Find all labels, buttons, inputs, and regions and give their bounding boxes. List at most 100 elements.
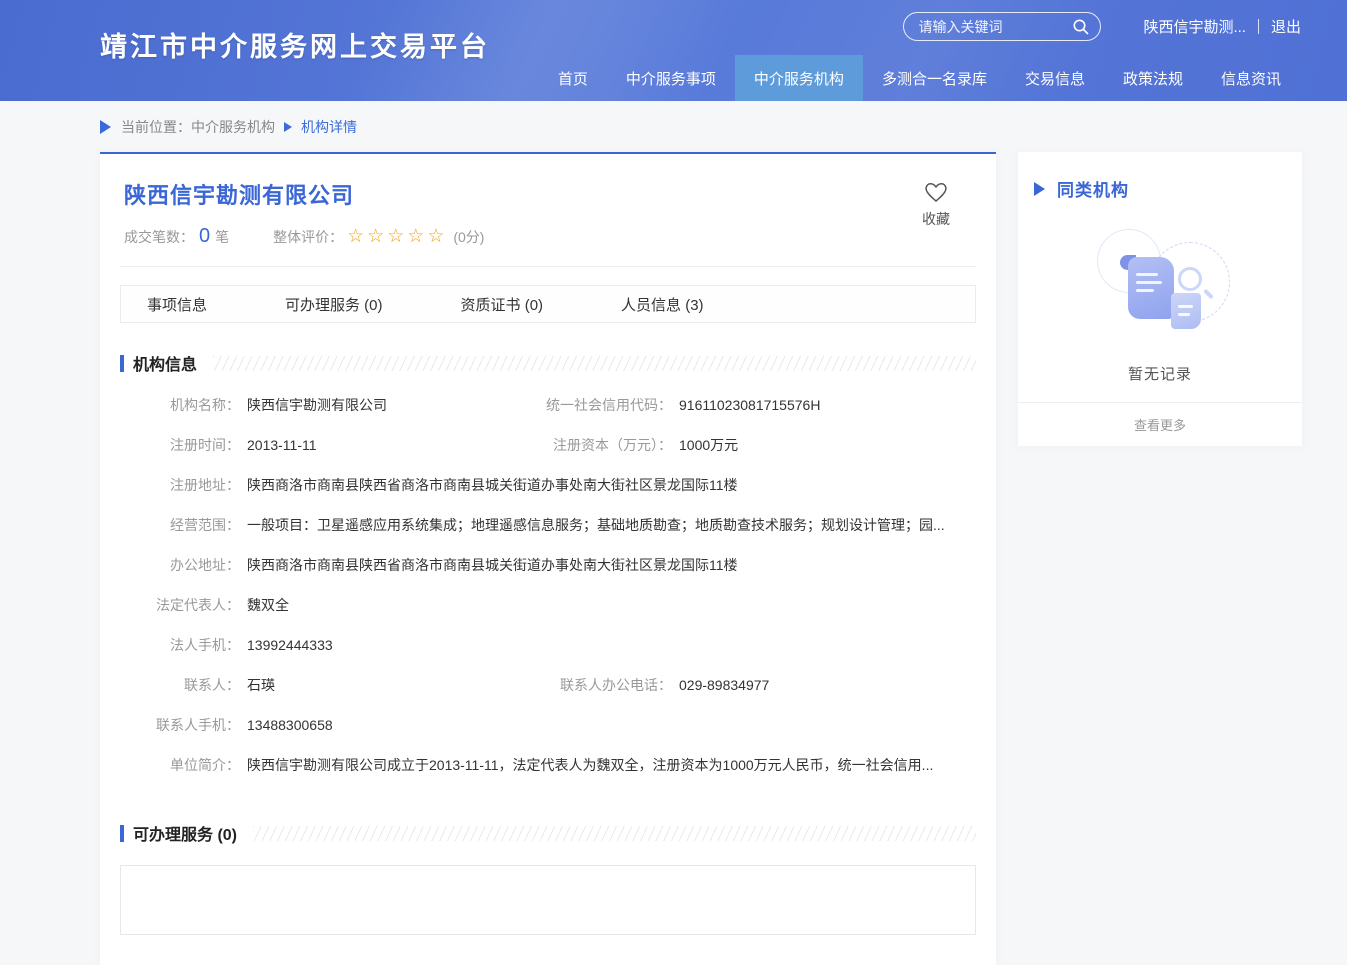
star-icon[interactable]: ☆ [407, 227, 424, 246]
field-label: 机构名称： [120, 395, 240, 415]
section-arrow-icon [1034, 182, 1045, 196]
breadcrumb-prefix: 当前位置： [121, 117, 191, 137]
star-icon[interactable]: ☆ [427, 227, 444, 246]
company-name: 陕西信宇勘测有限公司 [124, 178, 972, 210]
company-header: 陕西信宇勘测有限公司 成交笔数： 0 笔 整体评价： ☆ ☆ ☆ ☆ ☆ (0分… [120, 154, 976, 267]
nav-item-service-items[interactable]: 中介服务事项 [607, 55, 735, 101]
tab-personnel[interactable]: 人员信息 (3) [621, 294, 704, 315]
header-toolbar: 陕西信宇勘测... 退出 [903, 12, 1301, 41]
deals-unit: 笔 [215, 227, 229, 247]
tab-services[interactable]: 可办理服务 (0) [285, 294, 383, 315]
field-label: 注册地址： [120, 475, 240, 495]
section-accent-bar [120, 355, 124, 372]
favorite-label: 收藏 [922, 211, 950, 227]
related-orgs-header: 同类机构 [1018, 152, 1302, 201]
field-row: 注册地址： 陕西商洛市商南县陕西省商洛市商南县城关街道办事处南大街社区景龙国际1… [120, 465, 976, 505]
legal-rep-phone-value: 13992444333 [247, 637, 333, 653]
org-detail-card: 陕西信宇勘测有限公司 成交笔数： 0 笔 整体评价： ☆ ☆ ☆ ☆ ☆ (0分… [100, 152, 996, 965]
contact-office-phone-value: 029-89834977 [679, 677, 769, 693]
deals-label: 成交笔数： [124, 227, 194, 247]
main-nav: 首页 中介服务事项 中介服务机构 多测合一名录库 交易信息 政策法规 信息资讯 [539, 55, 1300, 101]
field-label: 单位简介： [120, 755, 240, 775]
field-row: 法定代表人： 魏双全 [120, 585, 976, 625]
breadcrumb-current: 机构详情 [301, 117, 357, 137]
nav-item-news[interactable]: 信息资讯 [1202, 55, 1300, 101]
overall-rating: 整体评价： ☆ ☆ ☆ ☆ ☆ (0分) [273, 227, 484, 247]
document-line [1136, 281, 1162, 284]
section-stripes-decoration [213, 356, 976, 371]
search-box[interactable] [903, 12, 1101, 41]
document-line [1136, 289, 1154, 292]
field-row: 注册时间： 2013-11-11 注册资本（万元）： 1000万元 [120, 425, 976, 465]
field-label: 联系人办公电话： [540, 675, 672, 695]
nav-item-directory[interactable]: 多测合一名录库 [863, 55, 1006, 101]
site-title: 靖江市中介服务网上交易平台 [100, 25, 490, 64]
user-name[interactable]: 陕西信宇勘测... [1143, 16, 1246, 37]
deals-count: 0 [199, 225, 210, 248]
credit-code-value: 91611023081715576H [679, 397, 820, 413]
field-row: 法人手机： 13992444333 [120, 625, 976, 665]
field-label: 经营范围： [120, 515, 240, 535]
related-orgs-title: 同类机构 [1057, 176, 1129, 201]
empty-state-illustration [1070, 229, 1250, 341]
field-label: 法人手机： [120, 635, 240, 655]
breadcrumb-arrow-icon [100, 120, 111, 134]
star-icon[interactable]: ☆ [387, 227, 404, 246]
office-address-value: 陕西商洛市商南县陕西省商洛市商南县城关街道办事处南大街社区景龙国际11楼 [247, 555, 738, 575]
breadcrumb-parent[interactable]: 中介服务机构 [191, 117, 275, 137]
nav-item-trade-info[interactable]: 交易信息 [1006, 55, 1104, 101]
field-label: 联系人手机： [120, 715, 240, 735]
field-row: 联系人手机： 13488300658 [120, 705, 976, 745]
nav-item-home[interactable]: 首页 [539, 55, 607, 101]
tab-item-info[interactable]: 事项信息 [147, 294, 207, 315]
header-divider [1258, 19, 1259, 34]
favorite-button[interactable]: 收藏 [922, 180, 950, 229]
search-icon[interactable] [1072, 18, 1090, 36]
star-icon[interactable]: ☆ [347, 227, 364, 246]
detail-tabs: 事项信息 可办理服务 (0) 资质证书 (0) 人员信息 (3) [120, 285, 976, 323]
breadcrumb-chevron-icon [284, 122, 292, 132]
field-label: 统一社会信用代码： [540, 395, 672, 415]
document-icon [1128, 257, 1174, 319]
field-label: 联系人： [120, 675, 240, 695]
register-address-value: 陕西商洛市商南县陕西省商洛市商南县城关街道办事处南大街社区景龙国际11楼 [247, 475, 738, 495]
site-header: 靖江市中介服务网上交易平台 陕西信宇勘测... 退出 首页 中介服务事项 中介服… [0, 0, 1347, 101]
content-area: 陕西信宇勘测有限公司 成交笔数： 0 笔 整体评价： ☆ ☆ ☆ ☆ ☆ (0分… [0, 152, 1347, 965]
view-more-link[interactable]: 查看更多 [1018, 402, 1302, 446]
field-label: 注册资本（万元）： [540, 435, 672, 455]
org-name-value: 陕西信宇勘测有限公司 [247, 395, 387, 415]
field-row: 机构名称： 陕西信宇勘测有限公司 统一社会信用代码： 9161102308171… [120, 385, 976, 425]
company-stats: 成交笔数： 0 笔 整体评价： ☆ ☆ ☆ ☆ ☆ (0分) [124, 225, 972, 248]
field-row: 单位简介： 陕西信宇勘测有限公司成立于2013-11-11，法定代表人为魏双全，… [120, 745, 976, 785]
services-empty-box [120, 865, 976, 935]
field-row: 联系人： 石瑛 联系人办公电话： 029-89834977 [120, 665, 976, 705]
document-line [1178, 313, 1190, 316]
business-scope-value: 一般项目：卫星遥感应用系统集成；地理遥感信息服务；基础地质勘查；地质勘查技术服务… [247, 515, 945, 535]
contact-mobile-value: 13488300658 [247, 717, 333, 733]
breadcrumb: 当前位置： 中介服务机构 机构详情 [0, 101, 1347, 152]
rating-label: 整体评价： [273, 227, 343, 247]
magnifier-icon [1178, 267, 1202, 291]
search-input[interactable] [918, 19, 1072, 35]
nav-item-policies[interactable]: 政策法规 [1104, 55, 1202, 101]
org-info-title: 机构信息 [133, 351, 197, 375]
document-line [1178, 305, 1193, 308]
section-stripes-decoration [253, 826, 976, 841]
related-orgs-card: 同类机构 暂无记录 查看更多 [1018, 152, 1302, 446]
org-info-section-header: 机构信息 [120, 351, 976, 375]
no-records-text: 暂无记录 [1018, 363, 1302, 384]
company-profile-value: 陕西信宇勘测有限公司成立于2013-11-11，法定代表人为魏双全，注册资本为1… [247, 755, 933, 775]
field-row: 办公地址： 陕西商洛市商南县陕西省商洛市商南县城关街道办事处南大街社区景龙国际1… [120, 545, 976, 585]
star-rating: ☆ ☆ ☆ ☆ ☆ [347, 227, 447, 246]
legal-rep-value: 魏双全 [247, 595, 289, 615]
register-capital-value: 1000万元 [679, 435, 738, 455]
org-info-fields: 机构名称： 陕西信宇勘测有限公司 统一社会信用代码： 9161102308171… [120, 385, 976, 785]
field-row: 经营范围： 一般项目：卫星遥感应用系统集成；地理遥感信息服务；基础地质勘查；地质… [120, 505, 976, 545]
star-icon[interactable]: ☆ [367, 227, 384, 246]
logout-link[interactable]: 退出 [1271, 16, 1301, 37]
field-label: 注册时间： [120, 435, 240, 455]
tab-certificates[interactable]: 资质证书 (0) [461, 294, 544, 315]
services-section-header: 可办理服务 (0) [120, 821, 976, 845]
nav-item-service-orgs[interactable]: 中介服务机构 [735, 55, 863, 101]
contact-name-value: 石瑛 [247, 675, 275, 695]
